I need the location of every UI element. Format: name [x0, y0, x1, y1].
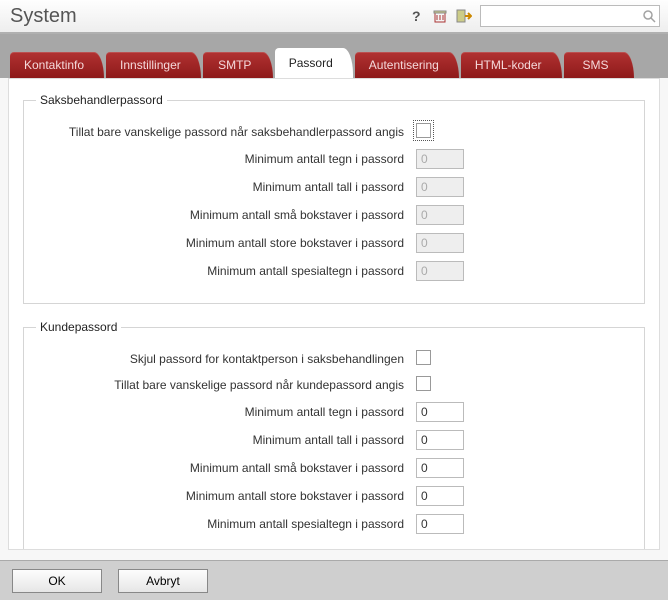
search-input[interactable] [480, 5, 660, 27]
custpw-row: Minimum antall små bokstaver i passord [36, 458, 632, 478]
svg-text:?: ? [412, 8, 421, 24]
tab-label: Kontaktinfo [24, 58, 84, 72]
tab-passord[interactable]: Passord [275, 48, 353, 78]
field-label: Minimum antall tall i passord [36, 180, 416, 194]
field-label: Minimum antall store bokstaver i passord [36, 489, 416, 503]
number-input [416, 149, 464, 169]
custpw-row: Minimum antall store bokstaver i passord [36, 486, 632, 506]
tab-kontaktinfo[interactable]: Kontaktinfo [10, 52, 104, 78]
number-input[interactable] [416, 514, 464, 534]
exit-icon[interactable] [456, 8, 472, 24]
adminpw-row: Tillat bare vanskelige passord når saksb… [36, 123, 632, 141]
custpw-row: Tillat bare vanskelige passord når kunde… [36, 376, 632, 394]
tabs-row: Kontaktinfo Innstillinger SMTP Passord Auten… [0, 48, 668, 78]
field-label: Minimum antall små bokstaver i passord [36, 208, 416, 222]
field-label: Tillat bare vanskelige passord når saksb… [36, 125, 416, 139]
title-actions: ? [408, 8, 472, 24]
field-label: Minimum antall tall i passord [36, 433, 416, 447]
number-input [416, 261, 464, 281]
button-bar: OK Avbryt [0, 560, 668, 600]
window-title: System [10, 5, 77, 28]
number-input[interactable] [416, 486, 464, 506]
number-input[interactable] [416, 458, 464, 478]
field-label: Minimum antall spesialtegn i passord [36, 264, 416, 278]
tab-label: HTML-koder [475, 58, 542, 72]
adminpw-row: Minimum antall tall i passord [36, 177, 632, 197]
title-bar: System ? [0, 0, 668, 34]
settings-panel: Saksbehandlerpassord Tillat bare vanskel… [8, 78, 660, 550]
field-label: Minimum antall store bokstaver i passord [36, 236, 416, 250]
tab-autentisering[interactable]: Autentisering [355, 52, 459, 78]
number-input [416, 233, 464, 253]
number-input[interactable] [416, 402, 464, 422]
adminpw-row: Minimum antall tegn i passord [36, 149, 632, 169]
number-input[interactable] [416, 430, 464, 450]
field-label: Minimum antall tegn i passord [36, 405, 416, 419]
toolbar-spacer [0, 34, 668, 48]
checkbox[interactable] [416, 123, 431, 138]
checkbox[interactable] [416, 376, 431, 391]
search-icon[interactable] [642, 9, 656, 23]
custpw-row: Minimum antall tall i passord [36, 430, 632, 450]
group-customer-password: Kundepassord Skjul passord for kontaktpe… [23, 320, 645, 550]
checkbox[interactable] [416, 350, 431, 365]
tab-label: SMTP [218, 58, 251, 72]
tab-label: Passord [289, 56, 333, 70]
adminpw-row: Minimum antall spesialtegn i passord [36, 261, 632, 281]
delete-icon[interactable] [432, 8, 448, 24]
field-label: Skjul passord for kontaktperson i saksbe… [36, 352, 416, 366]
tab-innstillinger[interactable]: Innstillinger [106, 52, 201, 78]
group-cust-legend: Kundepassord [36, 320, 121, 334]
field-label: Minimum antall spesialtegn i passord [36, 517, 416, 531]
help-icon[interactable]: ? [408, 8, 424, 24]
cancel-button[interactable]: Avbryt [118, 569, 208, 593]
field-label: Minimum antall små bokstaver i passord [36, 461, 416, 475]
number-input [416, 177, 464, 197]
search-wrap [480, 5, 660, 27]
system-window: System ? [0, 0, 668, 600]
group-admin-legend: Saksbehandlerpassord [36, 93, 167, 107]
group-admin-password: Saksbehandlerpassord Tillat bare vanskel… [23, 93, 645, 304]
number-input [416, 205, 464, 225]
tab-smtp[interactable]: SMTP [203, 52, 273, 78]
tab-label: Innstillinger [120, 58, 181, 72]
adminpw-row: Minimum antall små bokstaver i passord [36, 205, 632, 225]
custpw-row: Minimum antall tegn i passord [36, 402, 632, 422]
tab-label: Autentisering [369, 58, 439, 72]
tab-html-koder[interactable]: HTML-koder [461, 52, 562, 78]
adminpw-row: Minimum antall store bokstaver i passord [36, 233, 632, 253]
tab-label: SMS [583, 58, 609, 72]
ok-button[interactable]: OK [12, 569, 102, 593]
tab-sms[interactable]: SMS [564, 52, 634, 78]
custpw-row: Skjul passord for kontaktperson i saksbe… [36, 350, 632, 368]
field-label: Minimum antall tegn i passord [36, 152, 416, 166]
field-label: Tillat bare vanskelige passord når kunde… [36, 378, 416, 392]
custpw-row: Minimum antall spesialtegn i passord [36, 514, 632, 534]
